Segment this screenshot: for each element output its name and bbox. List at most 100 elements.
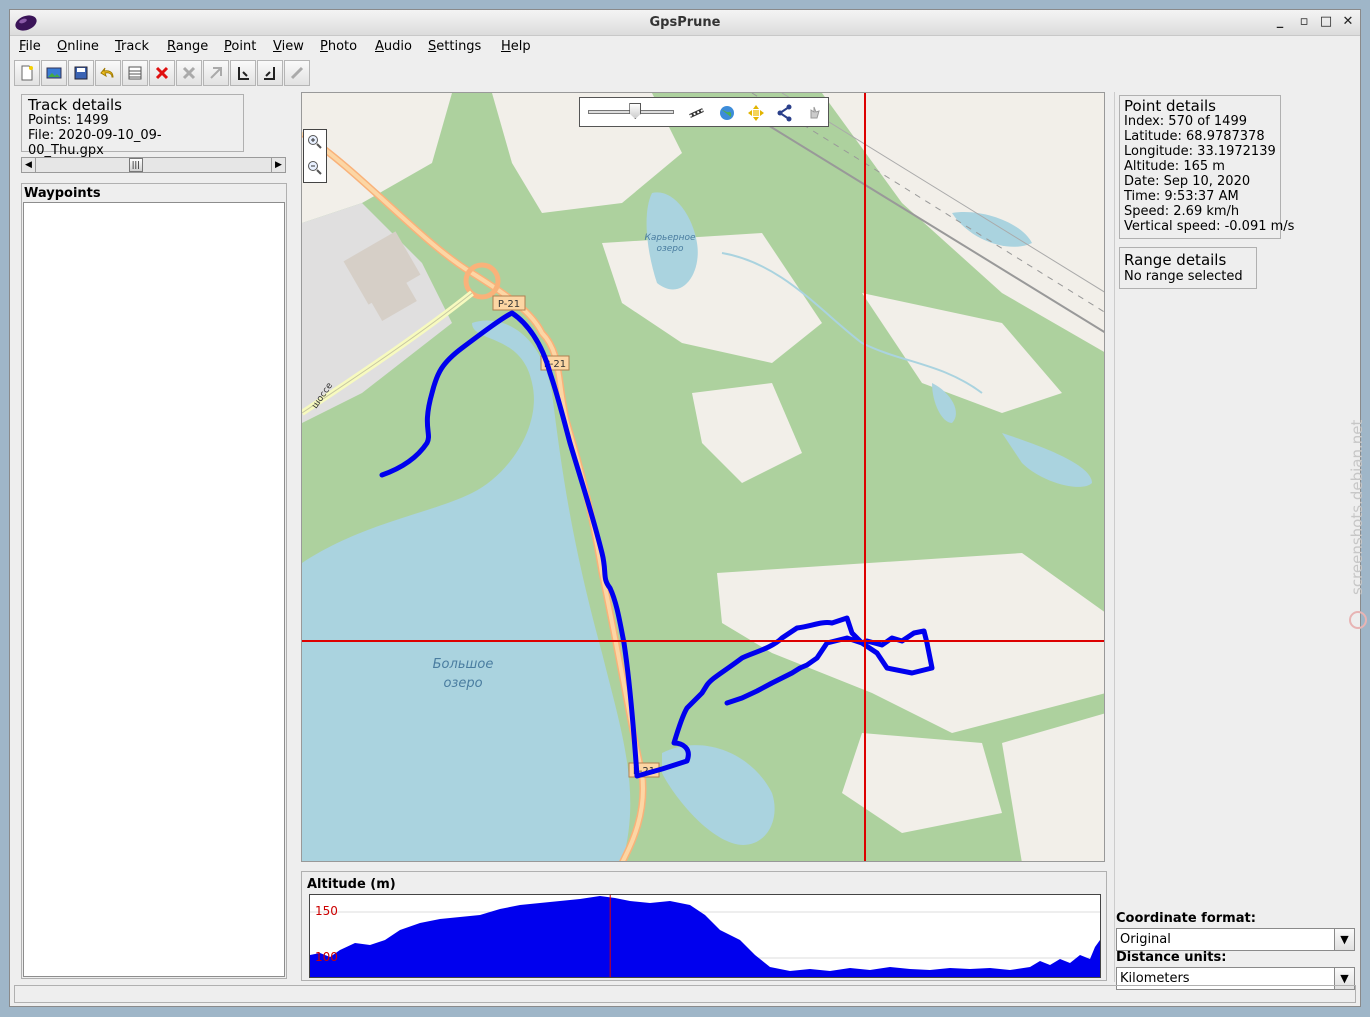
pan-arrows-icon[interactable] [747, 104, 765, 122]
coordinate-format-label: Coordinate format: [1116, 911, 1256, 926]
table-icon [128, 66, 142, 80]
map-view[interactable]: P-21 P-21 P-21 Карьерное озеро Большое о… [301, 92, 1105, 862]
compress-icon [210, 67, 222, 79]
zoom-slider-thumb[interactable] [629, 103, 642, 119]
point-speed: Speed: 2.69 km/h [1124, 204, 1240, 219]
lake-label: Большое [433, 657, 494, 672]
connect-photo-button[interactable] [284, 60, 310, 86]
save-button[interactable] [68, 60, 94, 86]
menu-online[interactable]: Online [57, 39, 99, 54]
road-label-p21: P-21 [492, 295, 526, 311]
altitude-tick-150: 150 [315, 904, 338, 918]
altitude-area [310, 896, 1100, 977]
undo-icon [100, 67, 114, 78]
connect-points-icon[interactable] [776, 104, 794, 122]
point-time: Time: 9:53:37 AM [1124, 189, 1239, 204]
chevron-down-icon[interactable]: ▼ [1334, 929, 1354, 950]
coordinate-format-select[interactable]: Original ▼ [1116, 928, 1355, 951]
globe-icon[interactable] [718, 104, 736, 122]
slider-right-arrow-icon[interactable]: ▶ [271, 158, 285, 172]
menu-track[interactable]: Track [115, 39, 149, 54]
watermark-text: screenshots.debian.net [1348, 420, 1366, 595]
point-vertical-speed: Vertical speed: -0.091 m/s [1124, 219, 1295, 234]
altitude-chart[interactable]: 150 100 [309, 894, 1101, 978]
new-file-icon [21, 65, 33, 81]
range-status: No range selected [1124, 269, 1243, 284]
save-icon [74, 66, 88, 80]
close-icon[interactable]: ✕ [1340, 14, 1356, 30]
menu-audio[interactable]: Audio [375, 39, 412, 54]
delete-point-button[interactable] [149, 60, 175, 86]
title-bar[interactable]: GpsPrune _ ▫ □ ✕ [10, 10, 1360, 36]
track-details-heading: Track details [28, 96, 122, 114]
distance-units-label: Distance units: [1116, 950, 1227, 965]
zoom-in-icon[interactable] [307, 134, 323, 150]
delete-icon [155, 66, 169, 80]
altitude-svg: 150 100 [310, 895, 1100, 977]
point-details-heading: Point details [1124, 97, 1216, 115]
menu-help[interactable]: Help [501, 39, 531, 54]
menu-file[interactable]: File [19, 39, 41, 54]
scale-bar-icon[interactable] [688, 105, 706, 121]
status-bar [14, 985, 1356, 1003]
range-details-heading: Range details [1124, 251, 1227, 269]
maximize-icon[interactable]: ▫ [1296, 14, 1312, 30]
point-details-panel: Point details Index: 570 of 1499 Latitud… [1119, 95, 1295, 239]
link-icon [290, 66, 304, 80]
open-image-icon [46, 67, 62, 79]
set-range-start-button[interactable] [230, 60, 256, 86]
range-details-panel: Range details No range selected [1119, 247, 1257, 289]
menu-bar: File Online Track Range Point View Photo… [10, 37, 1360, 59]
new-file-button[interactable] [14, 60, 40, 86]
menu-photo[interactable]: Photo [320, 39, 357, 54]
zoom-controls [303, 129, 327, 183]
distance-units-value: Kilometers [1120, 971, 1190, 986]
altitude-profile-panel: Altitude (m) 150 100 [301, 871, 1107, 981]
menu-settings[interactable]: Settings [428, 39, 481, 54]
zoom-out-icon[interactable] [307, 160, 323, 176]
range-end-icon [264, 67, 275, 80]
menu-range[interactable]: Range [167, 39, 208, 54]
map-canvas[interactable]: P-21 P-21 P-21 Карьерное озеро Большое о… [302, 93, 1105, 862]
altitude-title: Altitude (m) [307, 877, 396, 892]
track-file-name: File: 2020-09-10_09-00_Thu.gpx [28, 128, 162, 158]
lake-label: озеро [656, 244, 684, 254]
compress-button[interactable] [203, 60, 229, 86]
open-file-button[interactable] [41, 60, 67, 86]
delete-range-button[interactable] [176, 60, 202, 86]
toolbar [14, 60, 311, 88]
track-details-panel: Track details Points: 1499 File: 2020-09… [21, 94, 244, 158]
waypoints-panel: Waypoints [21, 183, 287, 979]
track-points-count: Points: 1499 [28, 113, 109, 128]
point-date: Date: Sep 10, 2020 [1124, 174, 1251, 189]
right-panel: Point details Index: 570 of 1499 Latitud… [1114, 92, 1356, 990]
window-title: GpsPrune [649, 15, 721, 30]
minimize-icon[interactable]: _ [1272, 14, 1288, 30]
map-controls-bar [579, 97, 829, 127]
watermark: screenshots.debian.net [1348, 420, 1367, 629]
point-altitude: Altitude: 165 m [1124, 159, 1225, 174]
lake-label: Карьерное [644, 233, 696, 243]
track-slider[interactable]: ◀ ▶ ||| [21, 157, 286, 173]
slider-left-arrow-icon[interactable]: ◀ [22, 158, 36, 172]
range-start-icon [238, 67, 249, 80]
point-latitude: Latitude: 68.9787378 [1124, 129, 1265, 144]
delete-range-icon [182, 66, 196, 80]
road-label-text: P-21 [498, 299, 520, 310]
altitude-tick-100: 100 [315, 950, 338, 964]
set-range-end-button[interactable] [257, 60, 283, 86]
slider-thumb[interactable]: ||| [128, 158, 143, 172]
debian-swirl-icon [1349, 611, 1367, 629]
edit-mode-icon[interactable] [806, 104, 824, 122]
coordinate-format-value: Original [1120, 932, 1171, 947]
restore-icon[interactable]: □ [1318, 14, 1334, 30]
menu-point[interactable]: Point [224, 39, 256, 54]
point-index: Index: 570 of 1499 [1124, 114, 1247, 129]
undo-button[interactable] [95, 60, 121, 86]
menu-view[interactable]: View [273, 39, 304, 54]
edit-point-button[interactable] [122, 60, 148, 86]
point-longitude: Longitude: 33.1972139 [1124, 144, 1276, 159]
waypoints-heading: Waypoints [24, 186, 101, 201]
waypoints-list[interactable] [23, 202, 285, 977]
app-window: GpsPrune _ ▫ □ ✕ File Online Track Range… [9, 9, 1361, 1007]
